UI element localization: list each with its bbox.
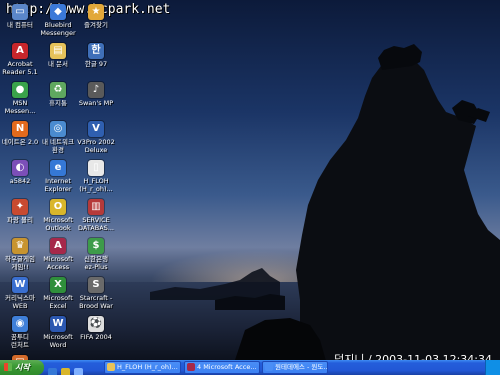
desktop-icon[interactable]: V V3Pro 2002 Deluxe (74, 121, 118, 154)
recycle-bin-icon: ♻ (50, 82, 66, 98)
acrobat-icon: A (12, 43, 28, 59)
internet-explorer-icon: e (50, 160, 66, 176)
shortcut-icon: ◐ (12, 160, 28, 176)
desktop-icon-label: SERVICE DATABAS... (78, 216, 114, 232)
folder-icon (107, 363, 115, 371)
taskbar: 시작 H_FLOH (H_r_oh)... 4 Microsoft Acce...… (0, 360, 500, 375)
start-button[interactable]: 시작 (0, 360, 44, 375)
desktop-icon[interactable]: ⚽ FIFA 2004 (74, 316, 118, 342)
access-icon: A (50, 238, 66, 254)
desktop-icon[interactable]: ▥ SERVICE DATABAS... (74, 199, 118, 232)
desktop-icon-label: H_FLOH (H_r_oh)... (79, 177, 113, 193)
bird-icon: ◆ (50, 4, 66, 20)
msn-messenger-icon: ● (12, 82, 28, 98)
documents-folder-icon: ▤ (50, 43, 66, 59)
game-icon: ✦ (12, 199, 28, 215)
file-icon: ▯ (88, 160, 104, 176)
ie-quick-icon[interactable] (48, 368, 57, 375)
taskbar-button[interactable]: 4 Microsoft Acce... (184, 361, 260, 374)
desktop-icon[interactable]: ♪ Swan's MP (74, 82, 118, 108)
nateon-icon: N (12, 121, 28, 137)
quick-launch (48, 362, 87, 375)
fifa-icon: ⚽ (88, 316, 104, 332)
desktop-icon-label: V3Pro 2002 Deluxe (77, 138, 115, 154)
game-folder-icon: ♛ (12, 238, 28, 254)
word-icon: W (50, 316, 66, 332)
favorites-icon: ★ (88, 4, 104, 20)
desktop-quick-icon[interactable] (74, 368, 83, 375)
taskbar-button[interactable]: H_FLOH (H_r_oh)... (104, 361, 181, 374)
web-icon: W (12, 277, 28, 293)
bank-icon: $ (88, 238, 104, 254)
access-icon (187, 363, 195, 371)
database-icon: ▥ (88, 199, 104, 215)
taskbar-button[interactable]: 원테데에스 - 원도... (262, 361, 328, 374)
network-icon: ◎ (50, 121, 66, 137)
start-label: 시작 (15, 363, 30, 372)
outlook-icon: O (50, 199, 66, 215)
windows-logo-icon (4, 363, 12, 371)
launcher-icon: ◉ (12, 316, 28, 332)
desktop-icon-label: Starcraft - Brood War (79, 294, 113, 310)
swan-mp-icon: ♪ (88, 82, 104, 98)
desktop-icon-label: FIFA 2004 (80, 333, 112, 341)
excel-icon: X (50, 277, 66, 293)
taskbar-button-label: 원테데에스 - 원도... (275, 363, 328, 371)
desktop-icon-label: Swan's MP (78, 99, 114, 107)
starcraft-icon: S (88, 277, 104, 293)
desktop-icon-label: 신한은행 ez-Plus (84, 255, 108, 271)
desktop-screen: http://www.bcpark.net ▭내 컴퓨터◆Bluebird Me… (0, 0, 500, 375)
outlook-quick-icon[interactable] (61, 368, 70, 375)
desktop-icon[interactable]: $ 신한은행 ez-Plus (74, 238, 118, 271)
desktop-icon-label: 한글 97 (84, 60, 108, 68)
window-icon (265, 363, 273, 371)
desktop-icon[interactable]: ★ 즐겨찾기 (74, 4, 118, 30)
taskbar-button-label: 4 Microsoft Acce... (197, 363, 257, 371)
desktop-icon[interactable]: 한 한글 97 (74, 43, 118, 69)
computer-icon: ▭ (12, 4, 28, 20)
taskbar-button-label: H_FLOH (H_r_oh)... (117, 363, 178, 371)
system-tray[interactable] (485, 360, 500, 375)
desktop-icon[interactable]: ▯ H_FLOH (H_r_oh)... (74, 160, 118, 193)
v3pro-icon: V (88, 121, 104, 137)
desktop-icon[interactable]: S Starcraft - Brood War (74, 277, 118, 310)
desktop-icon-label: 즐겨찾기 (84, 21, 108, 29)
hangul-icon: 한 (88, 43, 104, 59)
